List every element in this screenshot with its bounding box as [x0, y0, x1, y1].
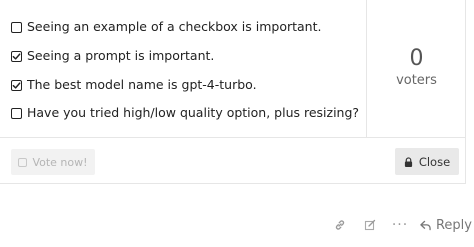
poll-body: Seeing an example of a checkbox is impor…: [0, 0, 466, 138]
poll-option-0[interactable]: Seeing an example of a checkbox is impor…: [11, 18, 321, 36]
close-poll-button[interactable]: Close: [395, 148, 459, 175]
poll-container: Seeing an example of a checkbox is impor…: [0, 0, 466, 184]
poll-option-3[interactable]: Have you tried high/low quality option, …: [11, 104, 359, 122]
checkbox-icon: [18, 157, 28, 167]
poll-results: 0 voters: [367, 0, 466, 137]
checkbox-unchecked[interactable]: [11, 107, 22, 119]
copy-link-button[interactable]: [330, 214, 350, 236]
edit-icon: [364, 219, 376, 231]
checkmark-icon: [12, 81, 21, 89]
reply-button[interactable]: Reply: [420, 214, 472, 236]
more-icon: ···: [391, 217, 409, 233]
poll-option-label: Have you tried high/low quality option, …: [27, 105, 360, 120]
checkbox-checked[interactable]: [11, 50, 22, 62]
vote-now-label: Vote now!: [32, 155, 88, 169]
poll-option-label: Seeing an example of a checkbox is impor…: [27, 19, 322, 34]
vote-now-button[interactable]: Vote now!: [11, 149, 95, 175]
close-label: Close: [418, 154, 451, 169]
poll-option-2[interactable]: The best model name is gpt-4-turbo.: [11, 76, 257, 94]
more-actions-button[interactable]: ···: [390, 214, 410, 236]
checkbox-checked[interactable]: [11, 79, 22, 91]
voter-label: voters: [396, 73, 437, 88]
checkmark-icon: [12, 52, 21, 60]
reply-icon: [420, 220, 431, 230]
edit-button[interactable]: [360, 214, 380, 236]
poll-option-label: Seeing a prompt is important.: [27, 48, 215, 63]
voter-count: 0: [409, 46, 424, 71]
link-icon: [335, 220, 345, 230]
poll-option-label: The best model name is gpt-4-turbo.: [27, 77, 257, 92]
reply-label: Reply: [435, 217, 472, 233]
checkbox-unchecked[interactable]: [11, 21, 22, 33]
lock-icon: [404, 156, 412, 167]
poll-options: Seeing an example of a checkbox is impor…: [0, 0, 367, 137]
poll-option-1[interactable]: Seeing a prompt is important.: [11, 47, 214, 65]
